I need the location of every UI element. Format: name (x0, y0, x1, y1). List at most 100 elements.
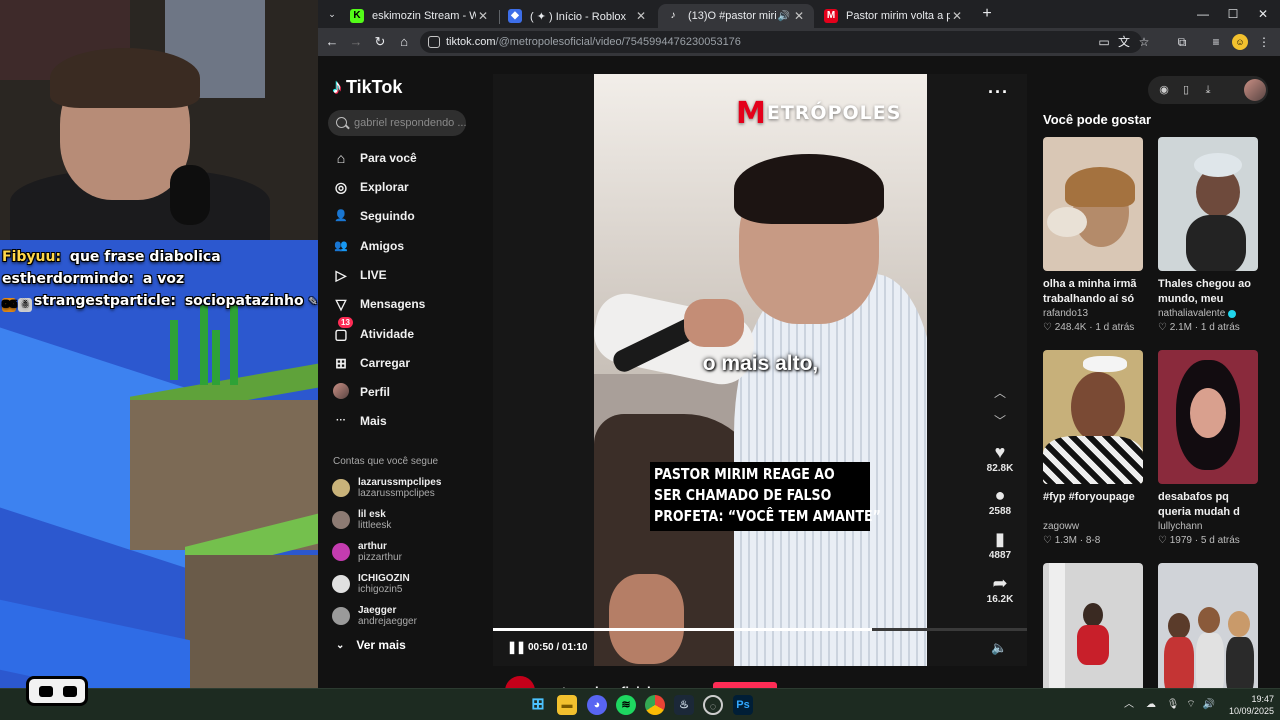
chat-username: Fibyuu: (2, 249, 62, 265)
share-button[interactable]: ➦ 16.2K (978, 573, 1022, 607)
search-input[interactable]: gabriel respondendo ... (328, 110, 466, 136)
speaker-icon[interactable]: 🔊 (776, 11, 792, 22)
maximize-button[interactable]: ☐ (1218, 4, 1248, 24)
sidebar-item-atividade[interactable]: ▢ 13 Atividade (332, 317, 472, 347)
obs-icon[interactable]: ◌ (703, 695, 723, 715)
new-tab-button[interactable]: + (972, 4, 1002, 24)
tab-tiktok[interactable]: ♪ (13)O #pastor mirim Miguel 🔊 ✕ (658, 4, 814, 28)
more-options-icon[interactable]: ··· (988, 82, 1009, 103)
game-plant (170, 320, 178, 380)
following-account[interactable]: ICHIGOZIN ichigozin5 (332, 570, 482, 598)
tray-chevron-up-icon[interactable]: ︿ (1122, 698, 1136, 712)
profile-avatar[interactable]: ☺ (1232, 34, 1248, 50)
discord-icon[interactable]: ◕ (587, 695, 607, 715)
save-button[interactable]: ▮ 4887 (978, 529, 1022, 563)
back-arrow-icon[interactable]: ← (322, 32, 342, 52)
recommendation-card[interactable] (1158, 563, 1258, 688)
media-controls-icon[interactable]: ≡ (1208, 34, 1224, 50)
close-icon[interactable]: ✕ (634, 9, 648, 23)
chat-message: Fibyuu: que frase diabolica (2, 246, 318, 268)
translate-icon[interactable]: 文 (1116, 34, 1132, 50)
sidebar-item-perfil[interactable]: Perfil (332, 379, 472, 405)
video-author[interactable]: metropolesoficial (505, 676, 651, 688)
chevron-up-icon[interactable]: ︿ (991, 384, 1009, 402)
chrome-icon[interactable] (645, 695, 665, 715)
minimize-button[interactable]: — (1188, 4, 1218, 24)
windows-start-icon[interactable]: ⊞ (528, 695, 548, 715)
tab-kick[interactable]: K eskimozin Stream - Watch Live ✕ (342, 4, 498, 28)
recommendation-card[interactable]: desabafos pq queria mudah d cabelo i... … (1158, 350, 1258, 548)
following-account[interactable]: lazarussmpclipes lazarussmpclipes (332, 474, 482, 502)
spotify-icon[interactable]: ≋ (616, 695, 636, 715)
heart-icon: ♥ (994, 442, 1006, 462)
coin-icon[interactable]: ◉ (1156, 82, 1172, 98)
forward-arrow-icon[interactable]: → (346, 32, 366, 52)
following-account[interactable]: lil esk littleesk (332, 506, 482, 534)
close-icon[interactable]: ✕ (476, 9, 490, 23)
video-frame[interactable]: METRÓPOLES o mais alto, PASTOR MIRIM REA… (594, 74, 927, 666)
system-clock[interactable]: 19:47 10/09/2025 (1214, 693, 1274, 717)
sidebar-item-explorar[interactable]: ◎ Explorar (332, 174, 472, 200)
tab-title: Pastor mirim volta a pregar na (846, 10, 950, 22)
sidebar-item-live[interactable]: ▷ LIVE (332, 262, 472, 288)
recommendation-card[interactable]: #fyp #foryoupage zagoww ♡ 1.3M · 8-8 (1043, 350, 1143, 548)
download-icon[interactable]: ⤓ (1200, 82, 1216, 98)
see-more-button[interactable]: ⌄ Ver mais (336, 638, 406, 652)
bookmark-star-icon[interactable]: ☆ (1136, 34, 1152, 50)
recommendation-thumbnail[interactable] (1043, 137, 1143, 271)
sidebar-item-mais[interactable]: ··· Mais (332, 408, 472, 434)
avatar[interactable] (1244, 79, 1266, 101)
sidebar-item-mensagens[interactable]: ▽ Mensagens (332, 291, 472, 317)
account-handle: ichigozin5 (358, 584, 403, 595)
sidebar-item-amigos[interactable]: 👥 Amigos (332, 233, 472, 259)
pause-icon[interactable]: ❚❚ (507, 640, 526, 654)
network-icon[interactable]: ⌔ (1184, 698, 1198, 712)
volume-icon[interactable]: 🔈 (991, 640, 1007, 656)
sidebar-item-carregar[interactable]: ⊞ Carregar (332, 350, 472, 376)
tab-search-chevron-icon[interactable]: ⌄ (322, 4, 342, 24)
steam-icon[interactable]: ♨ (674, 695, 694, 715)
account-handle: andrejaegger (358, 616, 417, 627)
device-icon[interactable]: ▯ (1178, 82, 1194, 98)
site-info-icon[interactable] (428, 36, 440, 48)
tiktok-logo[interactable]: ♪ TikTok (332, 76, 402, 99)
cloud-icon[interactable]: ☁ (1144, 698, 1158, 712)
following-account[interactable]: Jaegger andrejaegger (332, 602, 482, 630)
microphone-icon[interactable]: 🎙 (1166, 698, 1180, 712)
recommendation-card[interactable] (1043, 563, 1143, 688)
close-icon[interactable]: ✕ (792, 9, 806, 23)
reload-icon[interactable]: ↻ (370, 32, 390, 52)
comment-button[interactable]: ● 2588 (978, 485, 1022, 519)
video-person (609, 574, 684, 664)
recommendation-thumbnail[interactable] (1043, 563, 1143, 688)
save-count: 4887 (988, 550, 1012, 561)
chat-username: estherdormindo: (2, 271, 135, 287)
recommendation-card[interactable]: olha a minha irmã trabalhando aí só n...… (1043, 137, 1143, 335)
cast-icon[interactable]: ▭ (1096, 34, 1112, 50)
video-progress-bar[interactable] (493, 628, 1027, 631)
address-bar[interactable]: tiktok.com/@metropolesoficial/video/7545… (420, 31, 1149, 53)
extensions-icon[interactable]: ⧉ (1174, 34, 1190, 50)
chevron-down-icon[interactable]: ﹀ (991, 412, 1009, 430)
like-button[interactable]: ♥ 82.8K (978, 442, 1022, 476)
recommendation-thumbnail[interactable] (1158, 350, 1258, 484)
photoshop-icon[interactable]: Ps (733, 695, 753, 715)
menu-kebab-icon[interactable]: ⋮ (1256, 34, 1272, 50)
close-window-button[interactable]: ✕ (1248, 4, 1278, 24)
video-player[interactable]: METRÓPOLES o mais alto, PASTOR MIRIM REA… (493, 74, 1027, 666)
tab-metropoles[interactable]: M Pastor mirim volta a pregar na ✕ (816, 4, 972, 28)
recommendation-thumbnail[interactable] (1158, 563, 1258, 688)
file-explorer-icon[interactable]: ▬ (557, 695, 577, 715)
tab-roblox[interactable]: ◆ ( ✦ ) Início - Roblox ✕ (500, 4, 656, 28)
close-icon[interactable]: ✕ (950, 9, 964, 23)
recommendation-thumbnail[interactable] (1043, 350, 1143, 484)
tab-title: ( ✦ ) Início - Roblox (530, 10, 627, 23)
home-icon[interactable]: ⌂ (394, 32, 414, 52)
sidebar-item-para-voce[interactable]: ⌂ Para você (332, 145, 472, 171)
og-badge-icon: OG (2, 298, 18, 312)
tiktok-icon: ♪ (670, 10, 676, 21)
recommendation-thumbnail[interactable] (1158, 137, 1258, 271)
recommendation-card[interactable]: Thales chegou ao mundo, meu filho... nat… (1158, 137, 1258, 335)
following-account[interactable]: arthur pizzarthur (332, 538, 482, 566)
sidebar-item-seguindo[interactable]: 👤 Seguindo (332, 203, 472, 229)
